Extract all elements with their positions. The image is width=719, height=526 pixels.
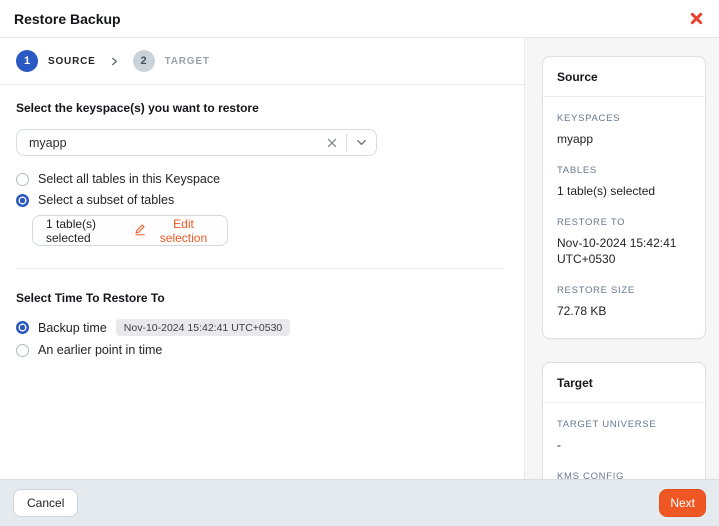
chevron-down-icon[interactable] [347, 137, 376, 148]
step-source-label: SOURCE [48, 56, 96, 67]
restore-backup-modal: Restore Backup 1 SOURCE 2 TARGET [0, 0, 719, 526]
field-restore-size-label: RESTORE SIZE [557, 285, 691, 296]
source-card-body: KEYSPACES myapp TABLES 1 table(s) select… [543, 97, 705, 338]
modal-title: Restore Backup [14, 11, 121, 27]
radio-all-tables-label: Select all tables in this Keyspace [38, 172, 220, 186]
pencil-icon [133, 222, 147, 239]
summary-sidebar: Source KEYSPACES myapp TABLES 1 table(s)… [525, 38, 719, 479]
close-button[interactable] [688, 10, 705, 27]
field-tables-label: TABLES [557, 165, 691, 176]
step-target-number: 2 [133, 50, 155, 72]
selection-count: 1 table(s) selected [46, 217, 133, 245]
keyspace-select[interactable]: myapp [16, 129, 377, 156]
field-kms-config-label: KMS CONFIG [557, 471, 691, 479]
source-summary-card: Source KEYSPACES myapp TABLES 1 table(s)… [542, 56, 706, 339]
field-restore-to: RESTORE TO Nov-10-2024 15:42:41 UTC+0530 [557, 217, 691, 269]
main-pane: 1 SOURCE 2 TARGET Select the keyspace(s)… [0, 38, 525, 479]
field-keyspaces-value: myapp [557, 131, 691, 148]
step-source-number: 1 [16, 50, 38, 72]
radio-earlier-point-circle[interactable] [16, 344, 29, 357]
chevron-right-icon [110, 57, 119, 66]
radio-backup-time-circle[interactable] [16, 321, 29, 334]
time-section-label: Select Time To Restore To [16, 291, 508, 305]
edit-selection-button[interactable]: Edit selection [133, 217, 214, 245]
field-restore-size: RESTORE SIZE 72.78 KB [557, 285, 691, 320]
field-tables-value: 1 table(s) selected [557, 183, 691, 200]
modal-header: Restore Backup [0, 0, 719, 38]
radio-all-tables-circle[interactable] [16, 173, 29, 186]
radio-subset-tables-circle[interactable] [16, 194, 29, 207]
source-step-content: Select the keyspace(s) you want to resto… [0, 85, 524, 479]
stepper: 1 SOURCE 2 TARGET [0, 38, 524, 85]
section-divider [16, 268, 503, 269]
modal-footer: Cancel Next [0, 479, 719, 526]
radio-all-tables[interactable]: Select all tables in this Keyspace [16, 172, 508, 186]
step-target[interactable]: 2 TARGET [133, 50, 210, 72]
step-target-label: TARGET [165, 56, 210, 67]
source-card-title: Source [543, 57, 705, 97]
cancel-button[interactable]: Cancel [13, 489, 78, 517]
backup-time-badge: Nov-10-2024 15:42:41 UTC+0530 [116, 319, 290, 336]
field-tables: TABLES 1 table(s) selected [557, 165, 691, 200]
field-target-universe-value: - [557, 437, 691, 454]
modal-body: 1 SOURCE 2 TARGET Select the keyspace(s)… [0, 38, 719, 479]
table-selection-summary-box: 1 table(s) selected Edit selection [32, 215, 228, 246]
radio-backup-time-label: Backup time [38, 321, 107, 335]
edit-selection-label: Edit selection [153, 217, 214, 245]
radio-earlier-point[interactable]: An earlier point in time [16, 343, 508, 357]
target-summary-card: Target TARGET UNIVERSE - KMS CONFIG - [542, 362, 706, 479]
field-keyspaces-label: KEYSPACES [557, 113, 691, 124]
field-keyspaces: KEYSPACES myapp [557, 113, 691, 148]
field-target-universe: TARGET UNIVERSE - [557, 419, 691, 454]
clear-icon[interactable] [318, 138, 346, 148]
radio-subset-tables-label: Select a subset of tables [38, 193, 174, 207]
field-kms-config: KMS CONFIG - [557, 471, 691, 479]
field-restore-to-value: Nov-10-2024 15:42:41 UTC+0530 [557, 235, 691, 269]
next-button[interactable]: Next [659, 489, 706, 517]
keyspace-section-label: Select the keyspace(s) you want to resto… [16, 101, 508, 115]
radio-earlier-point-label: An earlier point in time [38, 343, 162, 357]
field-restore-size-value: 72.78 KB [557, 303, 691, 320]
close-icon [690, 12, 703, 25]
radio-backup-time[interactable]: Backup time Nov-10-2024 15:42:41 UTC+053… [16, 319, 508, 336]
target-card-title: Target [543, 363, 705, 403]
keyspace-select-value: myapp [17, 136, 318, 150]
radio-subset-tables[interactable]: Select a subset of tables [16, 193, 508, 207]
step-source[interactable]: 1 SOURCE [16, 50, 96, 72]
target-card-body: TARGET UNIVERSE - KMS CONFIG - [543, 403, 705, 479]
field-target-universe-label: TARGET UNIVERSE [557, 419, 691, 430]
field-restore-to-label: RESTORE TO [557, 217, 691, 228]
